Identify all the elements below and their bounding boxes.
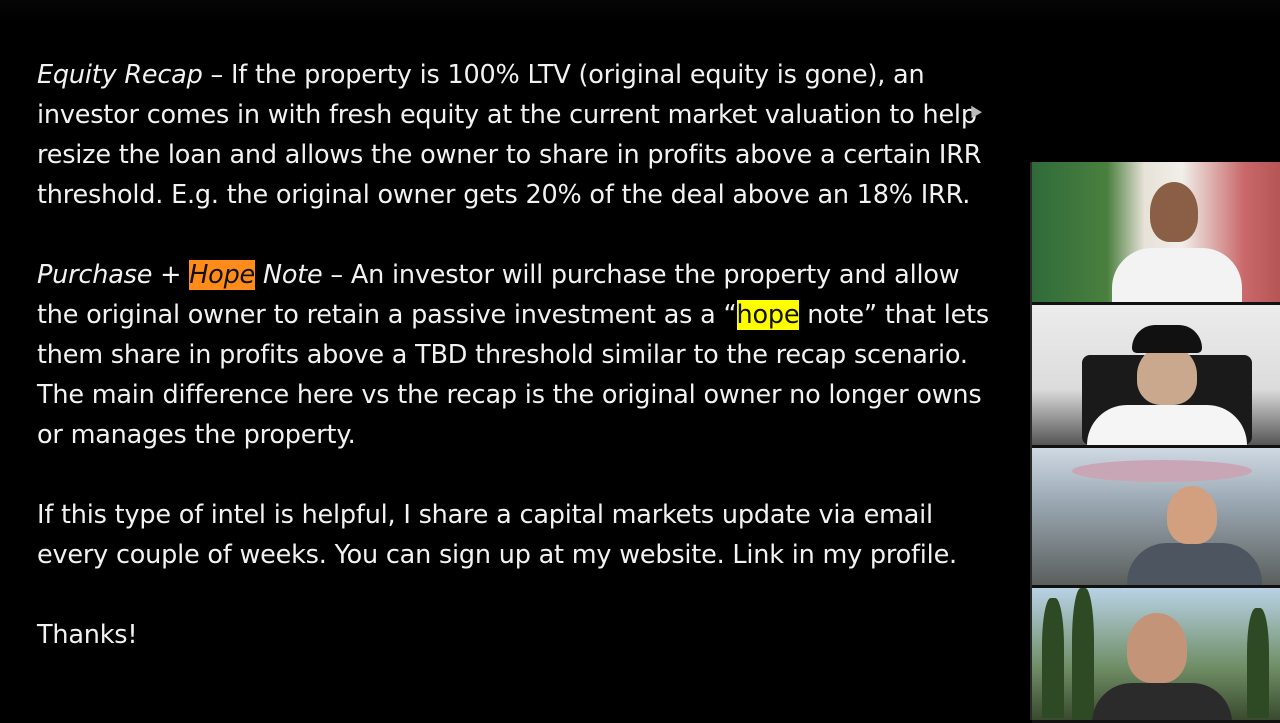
ufo-background-icon (1072, 460, 1252, 482)
participant-3-head (1167, 486, 1217, 544)
participant-3-body (1127, 543, 1262, 585)
participant-4-body (1092, 683, 1232, 720)
paragraph-thanks: Thanks! (37, 620, 138, 650)
top-bar (0, 0, 1280, 22)
paragraph-equity-recap: Equity Recap – If the property is 100% L… (37, 55, 997, 215)
video-participant-1[interactable] (1032, 162, 1280, 305)
video-participant-3[interactable] (1032, 448, 1280, 588)
participant-2-head (1137, 345, 1197, 405)
paragraph-signup: If this type of intel is helpful, I shar… (37, 500, 957, 570)
term-equity-recap: Equity Recap (37, 60, 203, 90)
highlight-hope-word: hope (736, 300, 800, 330)
document-text: Equity Recap – If the property is 100% L… (37, 55, 997, 695)
paragraph-purchase-hope-note: Purchase + Hope Note – An investor will … (37, 255, 997, 455)
participant-1-body (1112, 248, 1242, 302)
participant-2-body (1087, 405, 1247, 445)
participant-2-cap (1132, 325, 1202, 353)
participant-1-head (1150, 182, 1198, 242)
video-participant-4[interactable] (1032, 588, 1280, 723)
tree-icon (1072, 588, 1094, 720)
term-note: Note (255, 260, 323, 290)
highlight-hope-term: Hope (189, 260, 256, 290)
term-purchase: Purchase + (37, 260, 190, 290)
video-participant-2[interactable] (1032, 305, 1280, 448)
participant-4-head (1127, 613, 1187, 683)
tree-icon (1042, 598, 1064, 718)
tree-icon (1247, 608, 1269, 718)
video-call-panel (1030, 162, 1280, 723)
